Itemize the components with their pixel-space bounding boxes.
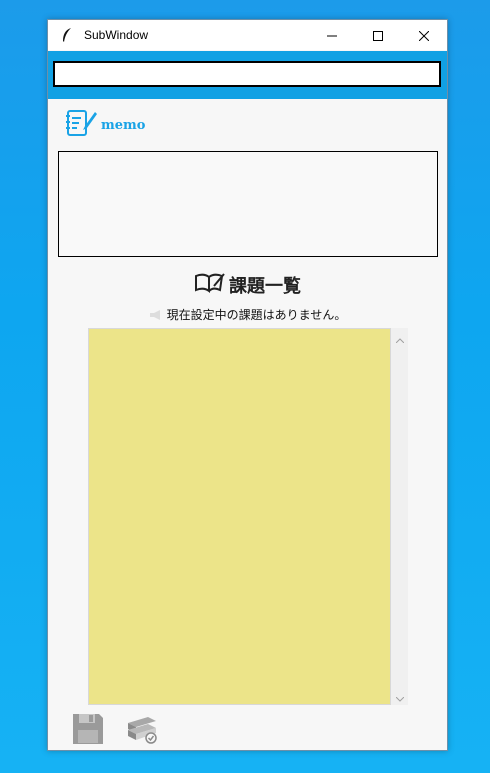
- maximize-button[interactable]: [355, 20, 401, 50]
- maximize-icon: [373, 26, 383, 45]
- task-books-button[interactable]: [124, 713, 160, 749]
- close-button[interactable]: [401, 20, 447, 50]
- task-list-title: 課題一覧: [229, 276, 301, 297]
- task-status-text: 現在設定中の課題はありません。: [166, 308, 347, 322]
- task-header: 課題一覧: [48, 272, 447, 298]
- feather-icon: [58, 26, 76, 44]
- chevron-up-icon: [395, 328, 404, 347]
- sub-window: SubWindow memo 課題一覧 現在設定中の課題はありません。: [47, 19, 448, 751]
- memo-label: memo: [101, 117, 146, 133]
- open-book-icon: [194, 272, 226, 298]
- task-list-scrollbar[interactable]: [391, 328, 408, 705]
- task-list[interactable]: [88, 328, 391, 705]
- chevron-down-icon: [395, 687, 404, 706]
- close-icon: [418, 26, 430, 45]
- task-status: 現在設定中の課題はありません。: [48, 306, 447, 323]
- search-input[interactable]: [53, 61, 441, 87]
- scroll-up-button[interactable]: [391, 330, 408, 344]
- window-title: SubWindow: [84, 28, 149, 42]
- save-button[interactable]: [70, 713, 106, 749]
- books-check-icon: [124, 713, 160, 749]
- title-bar[interactable]: SubWindow: [48, 20, 447, 50]
- minimize-icon: [327, 26, 337, 45]
- floppy-disk-icon: [71, 712, 105, 750]
- input-band: [48, 51, 447, 99]
- memo-textarea[interactable]: [58, 151, 438, 257]
- bottom-toolbar: [70, 713, 178, 749]
- minimize-button[interactable]: [309, 20, 355, 50]
- scroll-down-button[interactable]: [391, 689, 408, 703]
- memo-edit-icon: [65, 109, 99, 141]
- memo-header: memo: [65, 110, 145, 140]
- megaphone-icon: [149, 309, 163, 321]
